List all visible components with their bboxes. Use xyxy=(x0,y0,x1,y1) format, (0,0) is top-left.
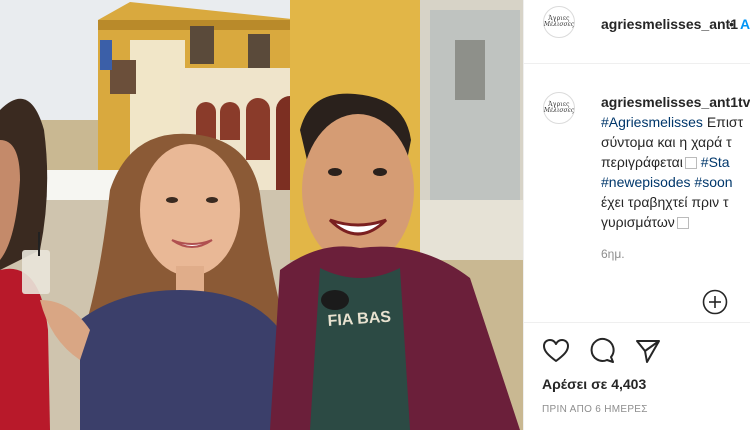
man-face xyxy=(302,114,414,266)
hashtag-link[interactable]: #newepisodes xyxy=(601,174,691,190)
emoji-icon xyxy=(684,157,697,170)
avatar-text-2: Μέλισσες xyxy=(543,107,575,114)
hashtag-link[interactable]: #soon xyxy=(691,174,732,190)
posted-ago: ΠΡΙΝ ΑΠΟ 6 ΗΜΕΡΕΣ xyxy=(542,404,648,415)
iced-coffee-cup xyxy=(22,250,50,294)
caption-timestamp: 6ημ. xyxy=(601,247,625,261)
woman-face xyxy=(140,144,240,276)
caption-line-6: γυρισμάτων xyxy=(601,214,689,230)
post-header: Άγριες Μέλισσες agriesmelisses_ant1 • A xyxy=(524,0,750,64)
likes-count[interactable]: Αρέσει σε 4,403 xyxy=(542,376,646,392)
man-tshirt xyxy=(310,268,410,430)
caption-line-4: #newepisodes #soon xyxy=(601,174,733,190)
post-side-panel: Άγριες Μέλισσες agriesmelisses_ant1 • A … xyxy=(523,0,750,430)
emoji-icon xyxy=(676,217,689,230)
caption-line-2: σύντομα και η χαρά τ xyxy=(601,134,732,150)
sunglasses xyxy=(321,290,349,310)
caption-avatar[interactable]: Άγριες Μέλισσες xyxy=(543,92,575,124)
caption-line-1: #Agriesmelisses Επιστ xyxy=(601,114,743,130)
share-icon[interactable] xyxy=(634,337,662,365)
caption-line-5: έχει τραβηχτεί πριν τ xyxy=(601,194,729,210)
caption-text: Επιστ xyxy=(702,114,744,130)
post-actions: Αρέσει σε 4,403 ΠΡΙΝ ΑΠΟ 6 ΗΜΕΡΕΣ xyxy=(524,322,750,430)
header-separator: • xyxy=(729,16,734,32)
comment-icon[interactable] xyxy=(588,337,616,365)
caption-text: γυρισμάτων xyxy=(601,214,675,230)
heart-icon[interactable] xyxy=(542,337,570,365)
hashtag-link[interactable]: #Agriesmelisses xyxy=(601,114,703,130)
caption-username[interactable]: agriesmelisses_ant1tv xyxy=(601,94,750,110)
avatar-text-2: Μέλισσες xyxy=(543,21,575,28)
follow-button[interactable]: A xyxy=(740,16,750,32)
photo-scene: FIA BAS xyxy=(0,0,523,430)
plus-circle-icon[interactable] xyxy=(702,289,728,315)
account-avatar[interactable]: Άγριες Μέλισσες xyxy=(543,6,575,38)
post-photo[interactable]: FIA BAS xyxy=(0,0,523,430)
hashtag-link[interactable]: #Sta xyxy=(697,154,730,170)
caption-line-3: περιγράφεται #Sta xyxy=(601,154,730,170)
caption-text: περιγράφεται xyxy=(601,154,683,170)
account-username[interactable]: agriesmelisses_ant1 xyxy=(601,16,738,32)
